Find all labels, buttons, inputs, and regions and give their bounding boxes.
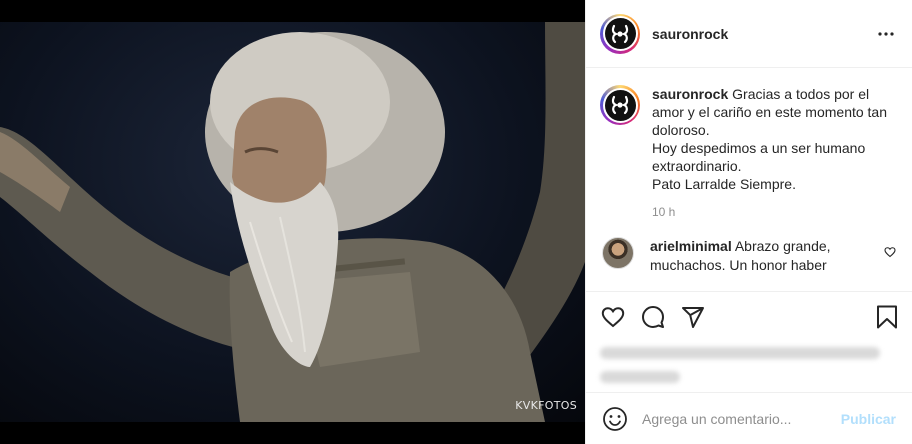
publish-button[interactable]: Publicar — [841, 411, 896, 427]
caption-line-3: Pato Larralde Siempre. — [652, 176, 796, 192]
caption-avatar[interactable] — [600, 85, 640, 125]
comment-text: arielminimal Abrazo grande, muchachos. U… — [650, 237, 870, 275]
more-horizontal-icon[interactable] — [874, 22, 898, 46]
commenter-avatar[interactable] — [602, 237, 634, 269]
comment-item: arielminimal Abrazo grande, muchachos. U… — [600, 237, 898, 275]
caption-line-2: Hoy despedimos a un ser humano extraordi… — [652, 140, 866, 174]
likes-summary-blurred — [600, 343, 896, 383]
add-comment-bar: Publicar — [586, 392, 912, 444]
bookmark-icon[interactable] — [874, 304, 900, 330]
header-username[interactable]: sauronrock — [652, 26, 874, 42]
post-actions — [586, 291, 912, 341]
comment-heart-icon[interactable] — [884, 245, 898, 259]
comment-input[interactable] — [642, 410, 841, 427]
post-side-panel: sauronrock sauronrock Gracias a todos po… — [585, 0, 912, 444]
sauron-logo-icon — [604, 18, 636, 49]
musician-photo-illustration — [0, 22, 585, 422]
heart-icon[interactable] — [600, 304, 626, 330]
comments-section[interactable]: sauronrock Gracias a todos por el amor y… — [586, 69, 912, 291]
sauron-logo-icon — [604, 89, 636, 121]
photo-watermark: KVKFOTOS — [515, 399, 577, 412]
caption-timestamp[interactable]: 10 h — [652, 205, 898, 219]
caption: sauronrock Gracias a todos por el amor y… — [600, 85, 898, 193]
comment-username[interactable]: arielminimal — [650, 238, 732, 254]
post-header: sauronrock — [586, 0, 912, 68]
caption-text: sauronrock Gracias a todos por el amor y… — [652, 85, 892, 193]
profile-avatar[interactable] — [600, 13, 640, 54]
caption-username[interactable]: sauronrock — [652, 86, 728, 102]
emoji-smile-icon[interactable] — [602, 406, 628, 432]
comment-bubble-icon[interactable] — [640, 304, 666, 330]
paper-plane-icon[interactable] — [680, 304, 706, 330]
post-photo[interactable]: KVKFOTOS — [0, 22, 585, 422]
